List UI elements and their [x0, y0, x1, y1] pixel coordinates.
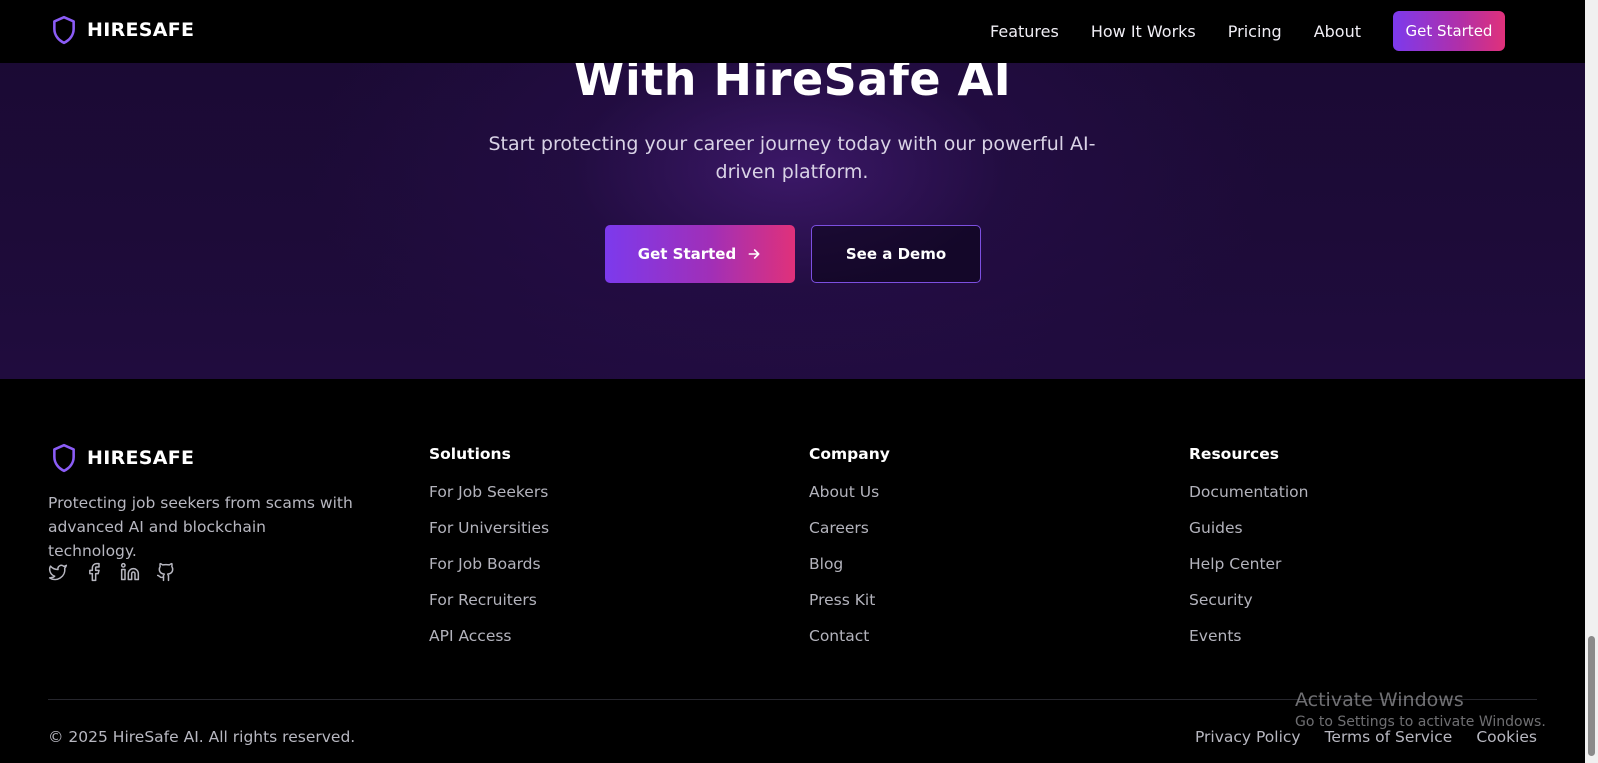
nav-link-pricing[interactable]: Pricing: [1228, 22, 1282, 41]
legal-links: Privacy Policy Terms of Service Cookies: [1195, 728, 1537, 746]
shield-icon: [53, 443, 75, 473]
scrollbar-thumb[interactable]: [1588, 636, 1595, 756]
arrow-right-icon: [748, 249, 760, 259]
hero-get-started-label: Get Started: [637, 245, 737, 263]
social-links: [48, 562, 176, 582]
twitter-icon[interactable]: [48, 562, 68, 582]
footer-link-documentation[interactable]: Documentation: [1189, 482, 1309, 518]
footer-column-solutions: Solutions For Job Seekers For Universiti…: [429, 445, 549, 662]
github-icon[interactable]: [156, 562, 176, 582]
footer-logo[interactable]: HIRESAFE: [51, 443, 194, 473]
nav-link-features[interactable]: Features: [990, 22, 1059, 41]
footer-column-title: Company: [809, 445, 890, 463]
see-demo-button[interactable]: See a Demo: [811, 225, 981, 283]
footer-link-careers[interactable]: Careers: [809, 518, 890, 554]
top-nav: HIRESAFE Features How It Works Pricing A…: [0, 0, 1585, 63]
footer-link-recruiters[interactable]: For Recruiters: [429, 590, 549, 626]
footer-link-security[interactable]: Security: [1189, 590, 1309, 626]
footer-link-universities[interactable]: For Universities: [429, 518, 549, 554]
windows-activation-watermark: Activate Windows Go to Settings to activ…: [1295, 689, 1546, 730]
footer-link-guides[interactable]: Guides: [1189, 518, 1309, 554]
footer-column-title: Resources: [1189, 445, 1279, 463]
privacy-policy-link[interactable]: Privacy Policy: [1195, 728, 1301, 746]
footer-link-about-us[interactable]: About Us: [809, 482, 890, 518]
facebook-icon[interactable]: [84, 562, 104, 582]
footer-description: Protecting job seekers from scams with a…: [48, 494, 353, 560]
footer-link-job-boards[interactable]: For Job Boards: [429, 554, 549, 590]
page-scrollbar[interactable]: [1585, 0, 1598, 763]
brand-name: HIRESAFE: [87, 19, 195, 41]
copyright-text: © 2025 HireSafe AI. All rights reserved.: [48, 728, 356, 746]
hero-get-started-button[interactable]: Get Started: [605, 225, 795, 283]
footer-column-company: Company About Us Careers Blog Press Kit …: [809, 445, 890, 662]
footer-link-events[interactable]: Events: [1189, 626, 1309, 662]
nav-link-how-it-works[interactable]: How It Works: [1091, 22, 1196, 41]
footer-brand-name: HIRESAFE: [87, 447, 195, 469]
shield-icon: [53, 15, 75, 45]
footer-link-contact[interactable]: Contact: [809, 626, 890, 662]
linkedin-icon[interactable]: [120, 562, 140, 582]
nav-logo[interactable]: HIRESAFE: [51, 15, 194, 45]
watermark-title: Activate Windows: [1295, 689, 1464, 711]
footer-link-api-access[interactable]: API Access: [429, 626, 549, 662]
nav-get-started-button[interactable]: Get Started: [1393, 11, 1505, 51]
hero-subtitle: Start protecting your career journey tod…: [488, 133, 1096, 183]
footer-link-press-kit[interactable]: Press Kit: [809, 590, 890, 626]
nav-links: Features How It Works Pricing About Get …: [990, 11, 1505, 51]
footer-column-title: Solutions: [429, 445, 511, 463]
footer-column-resources: Resources Documentation Guides Help Cent…: [1189, 445, 1309, 662]
nav-link-about[interactable]: About: [1314, 22, 1361, 41]
footer-link-help-center[interactable]: Help Center: [1189, 554, 1309, 590]
cookies-link[interactable]: Cookies: [1476, 728, 1537, 746]
watermark-subtitle: Go to Settings to activate Windows.: [1295, 714, 1546, 730]
footer-link-blog[interactable]: Blog: [809, 554, 890, 590]
footer-link-job-seekers[interactable]: For Job Seekers: [429, 482, 549, 518]
terms-of-service-link[interactable]: Terms of Service: [1325, 728, 1453, 746]
